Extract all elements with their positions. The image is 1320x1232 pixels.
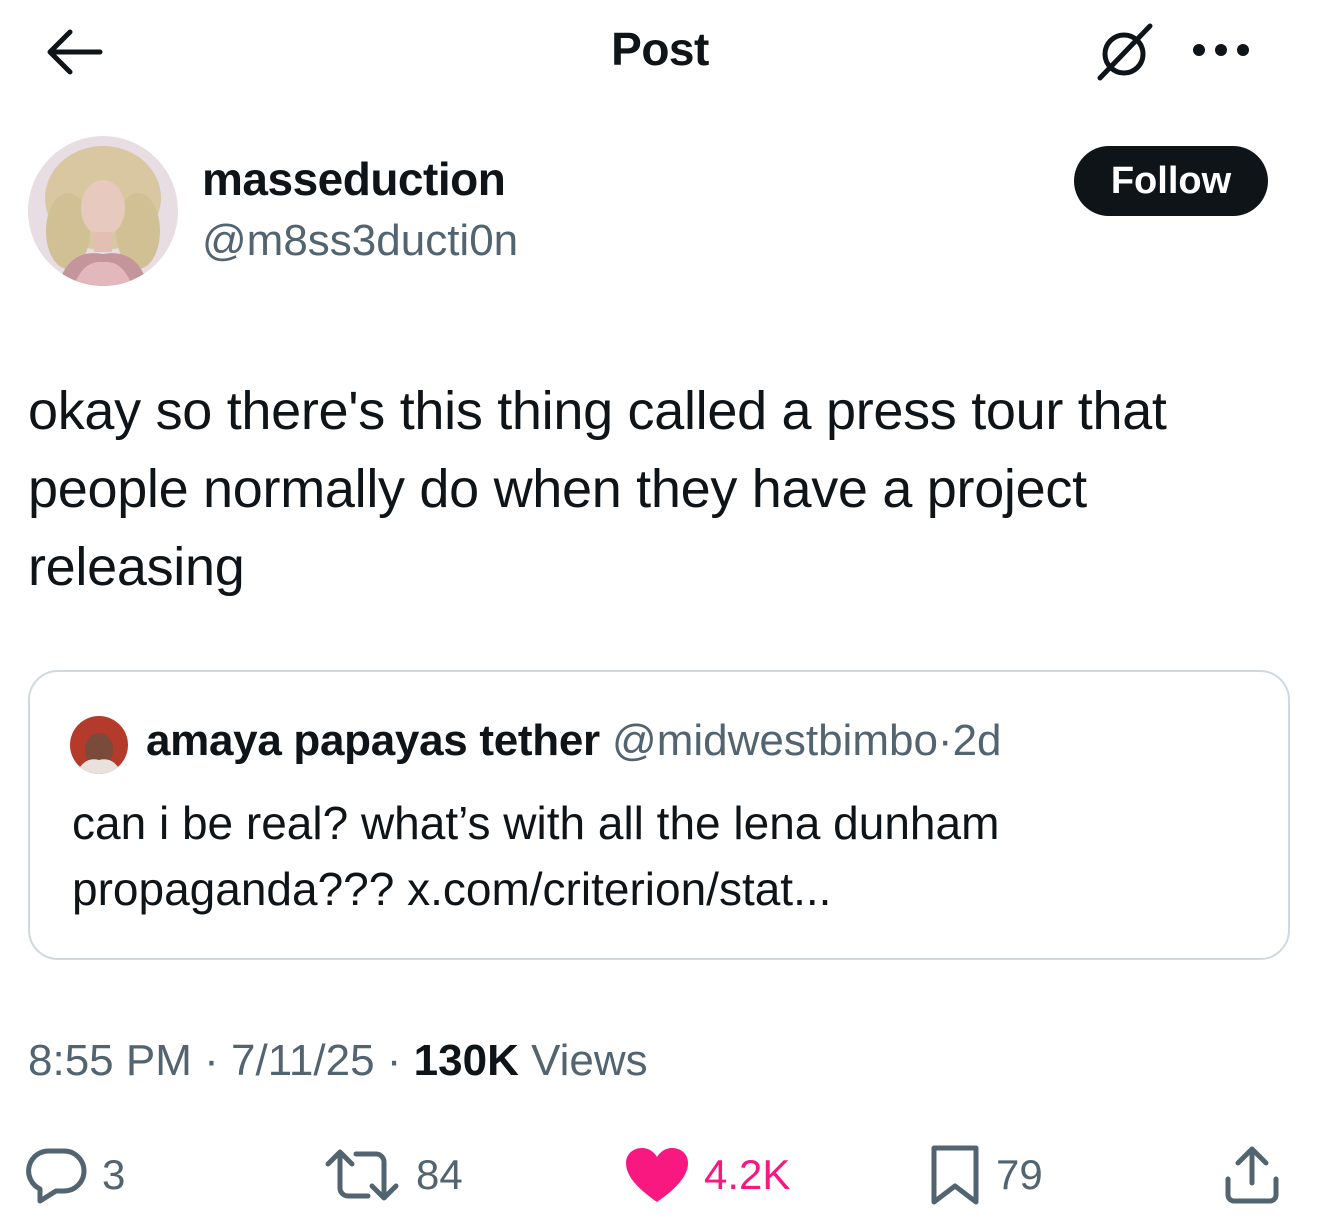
more-dots-icon: [1191, 43, 1251, 57]
author-name[interactable]: masseduction: [202, 152, 506, 206]
grok-button[interactable]: [1088, 18, 1160, 86]
grok-icon: [1092, 20, 1156, 84]
quoted-post-header: amaya papayas tether @midwestbimbo·2d: [146, 716, 1002, 766]
post-text: okay so there's this thing called a pres…: [28, 381, 1167, 597]
follow-button[interactable]: Follow: [1074, 146, 1268, 216]
quoted-author-name: amaya papayas tether: [146, 716, 600, 765]
quoted-post-text: can i be real? what’s with all the lena …: [72, 797, 1000, 915]
separator-dot: ·: [204, 1036, 219, 1085]
like-button[interactable]: 4.2K: [624, 1140, 790, 1210]
action-bar: 3 84 4.2K 79: [0, 1140, 1320, 1210]
bookmark-count: 79: [996, 1151, 1043, 1198]
post-date[interactable]: 7/11/25: [231, 1036, 375, 1085]
quoted-author-handle: @midwestbimbo: [612, 716, 938, 765]
quoted-post-card[interactable]: amaya papayas tether @midwestbimbo·2d ca…: [28, 670, 1290, 960]
bookmark-button[interactable]: 79: [928, 1140, 1043, 1210]
author-handle[interactable]: @m8ss3ducti0n: [202, 216, 518, 266]
bookmark-icon: [928, 1144, 982, 1206]
post-meta: 8:55 PM · 7/11/25 · 130K Views: [28, 1036, 648, 1086]
views-label: Views: [531, 1036, 648, 1085]
repost-count: 84: [416, 1151, 463, 1198]
reply-icon: [26, 1146, 88, 1204]
author-avatar[interactable]: [28, 136, 178, 286]
post-time[interactable]: 8:55 PM: [28, 1036, 192, 1085]
share-icon: [1222, 1145, 1282, 1205]
separator-dot: ·: [937, 716, 953, 765]
separator-dot: ·: [386, 1036, 402, 1085]
reply-count: 3: [102, 1151, 126, 1198]
quoted-author-avatar: [70, 716, 128, 774]
quoted-post-time: 2d: [952, 716, 1002, 765]
reply-button[interactable]: 3: [26, 1140, 125, 1210]
share-button[interactable]: [1222, 1140, 1282, 1210]
like-count: 4.2K: [704, 1151, 791, 1198]
more-button[interactable]: [1186, 28, 1256, 72]
repost-button[interactable]: 84: [322, 1140, 463, 1210]
heart-filled-icon: [624, 1146, 690, 1204]
views-count: 130K: [413, 1036, 519, 1085]
repost-icon: [322, 1146, 402, 1204]
top-bar: Post: [0, 0, 1320, 104]
